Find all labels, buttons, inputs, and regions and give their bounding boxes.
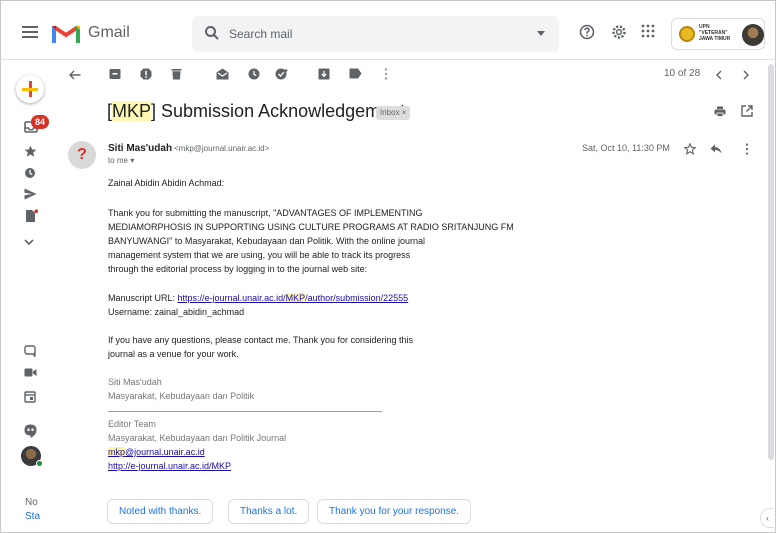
newer-chevron-left-icon[interactable]: [716, 70, 722, 80]
top-bar: Gmail Search mail UPN "VETERAN" JAWA TIM…: [0, 0, 776, 60]
side-panel-toggle-chevron-left-icon[interactable]: ‹: [760, 508, 774, 528]
organization-logo: [679, 26, 695, 42]
signature-name: Siti Mas'udah: [108, 377, 162, 387]
search-bar[interactable]: Search mail: [192, 16, 559, 52]
unread-count-badge: 84: [31, 115, 49, 129]
delete-trash-icon[interactable]: [171, 68, 182, 80]
body-paragraph-1: Thank you for submitting the manuscript,…: [108, 208, 514, 274]
search-options-icon[interactable]: [537, 31, 545, 36]
gmail-logo-icon[interactable]: [52, 23, 80, 43]
manuscript-url-line: Manuscript URL: https://e-journal.unair.…: [108, 293, 409, 303]
sender-email: <mkp@journal.unair.ac.id>: [174, 144, 270, 153]
settings-gear-icon[interactable]: [611, 24, 627, 40]
calendar-icon[interactable]: [24, 390, 36, 403]
inbox-label-chip[interactable]: Inbox ×: [376, 106, 411, 120]
account-switcher[interactable]: UPN "VETERAN" JAWA TIMUR: [671, 18, 765, 50]
manuscript-url-link[interactable]: https://e-journal.unair.ac.id/MKP/author…: [178, 293, 408, 303]
smart-reply-thanks-a-lot[interactable]: Thanks a lot.: [228, 499, 310, 524]
recipient-details-toggle[interactable]: to me ▾: [108, 156, 134, 165]
meet-start-label[interactable]: Sta: [25, 511, 40, 522]
add-to-tasks-icon[interactable]: [275, 68, 289, 80]
star-icon[interactable]: [684, 143, 696, 155]
label-tag-icon[interactable]: [349, 68, 362, 79]
help-icon[interactable]: [579, 24, 595, 40]
archive-icon[interactable]: [109, 68, 121, 80]
message-more-options-icon[interactable]: [745, 143, 749, 155]
brand-name: Gmail: [88, 24, 130, 41]
smart-reply-noted-with-thanks[interactable]: Noted with thanks.: [107, 499, 214, 524]
drafts-icon[interactable]: [24, 209, 38, 223]
chat-icon[interactable]: [24, 345, 36, 357]
meet-new-label[interactable]: No: [25, 497, 38, 508]
signature-divider: [108, 411, 382, 412]
smart-reply-thank-you-for-response[interactable]: Thank you for your response.: [317, 499, 472, 524]
sent-icon[interactable]: [24, 188, 37, 200]
compose-button[interactable]: [16, 75, 44, 103]
snoozed-icon[interactable]: [24, 167, 36, 179]
contact-email-link[interactable]: mkp@journal.unair.ac.id: [108, 445, 528, 459]
report-spam-icon[interactable]: [140, 68, 152, 80]
starred-icon[interactable]: [24, 145, 37, 158]
reply-icon[interactable]: [710, 144, 722, 154]
body-paragraph-2: If you have any questions, please contac…: [108, 335, 414, 359]
online-status-dot: [36, 460, 43, 467]
move-to-icon[interactable]: [318, 68, 330, 80]
editor-team-label: Editor Team: [108, 419, 156, 429]
greeting: Zainal Abidin Abidin Achmad:: [108, 178, 225, 188]
hangouts-icon[interactable]: [24, 424, 37, 439]
more-chevron-down-icon[interactable]: [24, 238, 34, 246]
meet-video-icon[interactable]: [24, 368, 37, 377]
main-menu-icon[interactable]: [22, 26, 38, 38]
search-input[interactable]: Search mail: [229, 27, 292, 41]
scrollbar[interactable]: [768, 64, 774, 460]
older-chevron-right-icon[interactable]: [743, 70, 749, 80]
email-subject: [MKP] Submission Acknowledgement: [107, 101, 406, 121]
signature-journal: Masyarakat, Kebudayaan dan Politik: [108, 391, 255, 401]
journal-url-link[interactable]: http://e-journal.unair.ac.id/MKP: [108, 459, 528, 473]
message-date: Sat, Oct 10, 11:30 PM: [582, 143, 670, 153]
apps-grid-icon[interactable]: [641, 24, 655, 38]
sender-name[interactable]: Siti Mas'udah: [108, 143, 172, 154]
username-line: Username: zainal_abidin_achmad: [108, 307, 245, 317]
mark-unread-icon[interactable]: [216, 68, 229, 80]
open-in-new-window-icon[interactable]: [741, 105, 753, 117]
sender-avatar[interactable]: ?: [68, 141, 96, 169]
pagination-count: 10 of 28: [664, 68, 701, 79]
print-icon[interactable]: [714, 106, 726, 117]
editor-team-journal: Masyarakat, Kebudayaan dan Politik Journ…: [108, 433, 287, 443]
more-options-vertical-icon[interactable]: [384, 68, 388, 80]
organization-name: UPN "VETERAN" JAWA TIMUR: [699, 24, 731, 42]
account-avatar[interactable]: [742, 24, 764, 46]
search-icon[interactable]: [204, 25, 220, 41]
snooze-clock-icon[interactable]: [248, 68, 260, 80]
back-arrow-icon[interactable]: [69, 70, 81, 80]
